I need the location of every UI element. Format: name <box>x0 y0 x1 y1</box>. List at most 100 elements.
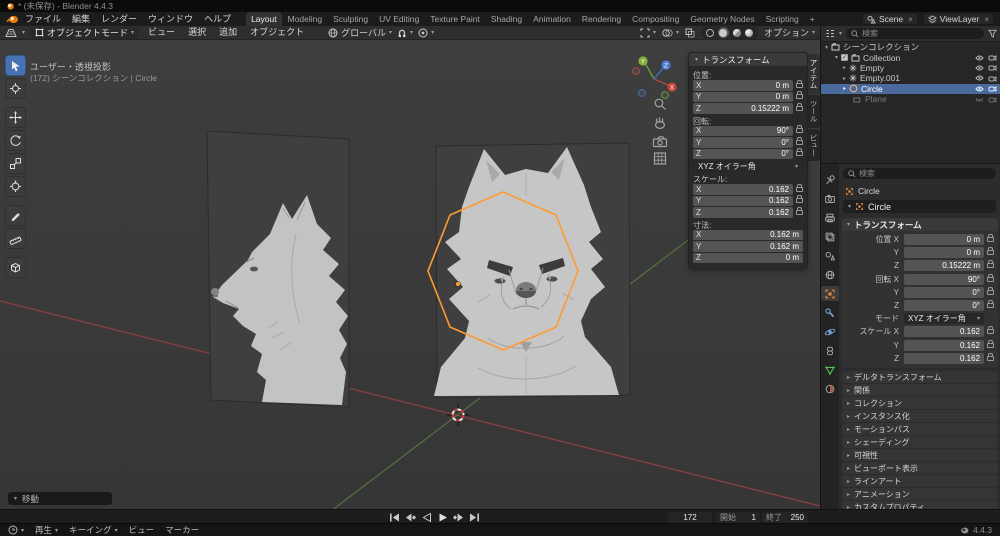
location-z-field[interactable]: Z0.15222 m <box>693 103 793 114</box>
menu-add[interactable]: 追加 <box>215 26 241 39</box>
section-relations[interactable]: ▸関係 <box>842 384 998 396</box>
workspace-tab-geometry-nodes[interactable]: Geometry Nodes <box>685 12 759 26</box>
section-collections[interactable]: ▸コレクション <box>842 397 998 409</box>
gizmo-x-neg[interactable] <box>633 68 640 75</box>
xray-toggle-icon[interactable] <box>685 28 695 38</box>
lock-icon[interactable] <box>987 329 994 334</box>
lock-icon[interactable] <box>987 356 994 361</box>
tab-render[interactable] <box>821 191 839 206</box>
object-name-field[interactable]: ▾ Circle <box>843 200 996 213</box>
outliner-row-empty-001[interactable]: ▸ Empty.001 <box>821 73 1000 83</box>
filter-icon[interactable] <box>988 29 997 38</box>
lock-icon[interactable] <box>796 187 803 192</box>
workspace-tab-rendering[interactable]: Rendering <box>577 12 626 26</box>
timeline-editor-type[interactable]: ▾ <box>8 525 24 535</box>
play-reverse-button[interactable] <box>420 512 433 522</box>
tool-annotate[interactable] <box>5 205 26 226</box>
section-animation[interactable]: ▸アニメーション <box>842 488 998 500</box>
tab-scene[interactable] <box>821 248 839 263</box>
outliner-search-input[interactable]: 検索 <box>846 28 984 39</box>
breadcrumb[interactable]: Circle <box>845 186 880 196</box>
workspace-tab-texture-paint[interactable]: Texture Paint <box>425 12 485 26</box>
prop-location-y[interactable]: 0 m <box>904 247 984 258</box>
menu-edit[interactable]: 編集 <box>67 12 95 26</box>
outliner-row-scene-collection[interactable]: ▾ シーンコレクション <box>821 42 1000 52</box>
menu-object[interactable]: オブジェクト <box>246 26 308 39</box>
tab-object[interactable] <box>821 286 839 301</box>
scale-y-field[interactable]: Y0.162 <box>693 196 793 207</box>
tab-view-layer[interactable] <box>821 229 839 244</box>
hide-eye-icon[interactable] <box>975 86 984 92</box>
npanel-tab-item[interactable]: アイテム <box>808 54 820 94</box>
scene-selector[interactable]: Scene × <box>862 13 918 25</box>
tab-tool[interactable] <box>821 172 839 187</box>
lock-icon[interactable] <box>987 277 994 282</box>
workspace-tab-animation[interactable]: Animation <box>528 12 576 26</box>
menu-playback[interactable]: 再生▾ <box>35 524 58 536</box>
view-layer-unlink-icon[interactable]: × <box>982 15 989 24</box>
jump-to-start-button[interactable] <box>388 512 401 522</box>
tool-transform[interactable] <box>5 176 26 197</box>
location-x-field[interactable]: X0 m <box>693 80 793 91</box>
tool-measure[interactable] <box>5 228 26 249</box>
hide-eye-icon[interactable] <box>975 75 984 81</box>
lock-icon[interactable] <box>796 151 803 156</box>
rotation-mode-dropdown[interactable]: XYZ オイラー角▾ <box>693 161 803 172</box>
reference-plane-front[interactable] <box>434 143 630 398</box>
tool-cursor[interactable] <box>5 78 26 99</box>
frame-start-field[interactable]: 開始1 <box>716 512 760 523</box>
options-dropdown[interactable]: オプション ▾ <box>764 26 815 39</box>
gizmo-toggle[interactable]: ▾ <box>640 28 656 38</box>
shading-solid-active[interactable] <box>718 27 729 38</box>
lock-icon[interactable] <box>987 263 994 268</box>
tab-output[interactable] <box>821 210 839 225</box>
workspace-tab-sculpting[interactable]: Sculpting <box>328 12 373 26</box>
workspace-add-button[interactable]: + <box>805 12 820 26</box>
workspace-tab-uv-editing[interactable]: UV Editing <box>374 12 424 26</box>
prop-rotation-x[interactable]: 90° <box>904 274 984 285</box>
prop-rotation-z[interactable]: 0° <box>904 300 984 311</box>
dimensions-z-field[interactable]: Z0 m <box>693 253 803 264</box>
prop-location-x[interactable]: 0 m <box>904 234 984 245</box>
tool-select-box[interactable] <box>5 55 26 76</box>
reference-plane-side[interactable] <box>207 131 349 407</box>
mode-dropdown[interactable]: オブジェクトモード ▾ <box>30 27 139 39</box>
npanel-tab-view[interactable]: ビュー <box>808 129 820 162</box>
scale-z-field[interactable]: Z0.162 <box>693 207 793 218</box>
prev-keyframe-button[interactable] <box>404 512 417 522</box>
lock-icon[interactable] <box>796 106 803 111</box>
prop-scale-y[interactable]: 0.162 <box>904 340 984 351</box>
tab-constraints[interactable] <box>821 343 839 358</box>
proportional-edit-toggle[interactable]: ▾ <box>418 28 434 38</box>
scale-x-field[interactable]: X0.162 <box>693 184 793 195</box>
outliner-row-plane[interactable]: Plane <box>821 94 1000 104</box>
lock-icon[interactable] <box>987 290 994 295</box>
lock-icon[interactable] <box>796 83 803 88</box>
menu-view[interactable]: ビュー <box>144 26 179 39</box>
properties-search-input[interactable]: 検索 <box>843 168 996 179</box>
prop-scale-x[interactable]: 0.162 <box>904 326 984 337</box>
3d-viewport[interactable]: X Y Z ユーザー・透視投影 (172) シーンコレクション | Circle <box>0 40 820 509</box>
camera-visibility-icon[interactable] <box>988 75 997 82</box>
orientation-dropdown[interactable]: グローバル ▾ <box>328 26 392 39</box>
shading-material-icon[interactable] <box>733 29 741 37</box>
tab-object-data[interactable] <box>821 362 839 377</box>
snap-toggle[interactable]: ▾ <box>397 28 413 38</box>
prop-rotation-y[interactable]: 0° <box>904 287 984 298</box>
workspace-tab-modeling[interactable]: Modeling <box>283 12 328 26</box>
outliner-editor-icon[interactable] <box>825 29 835 38</box>
menu-help[interactable]: ヘルプ <box>199 12 236 26</box>
rotation-mode-dropdown[interactable]: XYZ オイラー角▾ <box>904 313 984 324</box>
lock-icon[interactable] <box>987 303 994 308</box>
section-line-art[interactable]: ▸ラインアート <box>842 475 998 487</box>
tab-physics[interactable] <box>821 324 839 339</box>
workspace-tab-compositing[interactable]: Compositing <box>627 12 684 26</box>
camera-visibility-icon[interactable] <box>988 85 997 92</box>
npanel-tab-tool[interactable]: ツール <box>808 95 820 128</box>
section-motion-paths[interactable]: ▸モーションパス <box>842 423 998 435</box>
tool-add-cube[interactable] <box>5 257 26 278</box>
outliner-row-circle[interactable]: ▸ Circle <box>821 84 1000 94</box>
section-visibility[interactable]: ▸可視性 <box>842 449 998 461</box>
camera-visibility-icon[interactable] <box>988 54 997 61</box>
menu-render[interactable]: レンダー <box>96 12 142 26</box>
